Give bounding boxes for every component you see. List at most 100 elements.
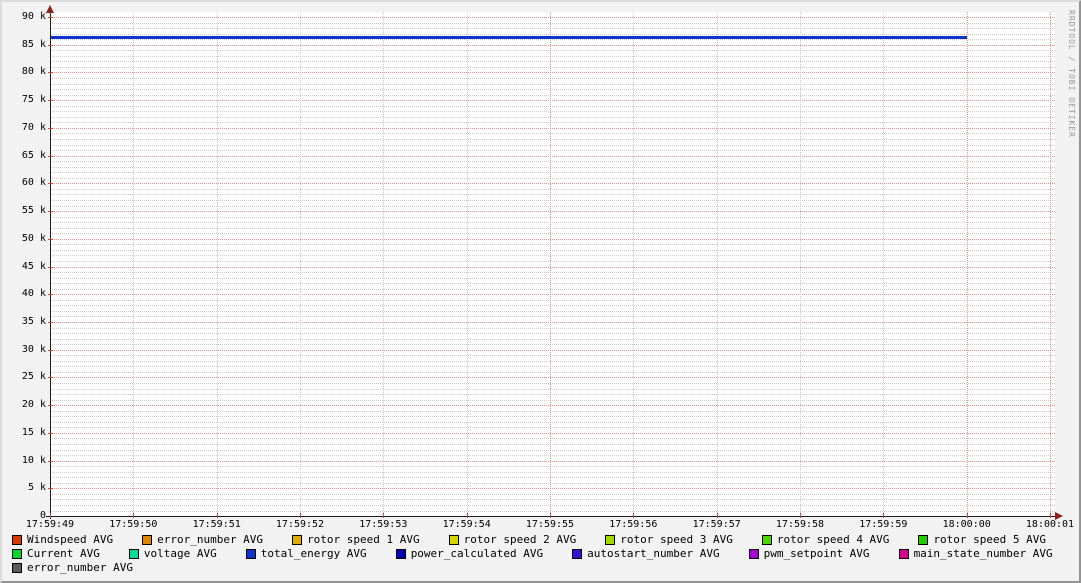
y-axis-label: 35 k xyxy=(21,315,46,327)
legend-item: power_calculated AVG xyxy=(395,547,543,561)
x-axis-tick xyxy=(300,513,301,518)
y-axis-tick xyxy=(48,17,53,18)
x-axis-tick xyxy=(716,513,718,518)
legend-label: rotor speed 5 AVG xyxy=(933,533,1047,546)
y-axis-label: 15 k xyxy=(21,426,46,438)
y-axis-tick xyxy=(48,100,53,102)
legend-swatch xyxy=(245,549,256,559)
x-axis-label: 17:59:53 xyxy=(359,519,408,530)
x-axis-tick xyxy=(1050,513,1051,518)
y-axis-tick xyxy=(48,377,53,379)
y-axis-tick xyxy=(48,321,53,323)
x-axis-tick xyxy=(633,513,635,518)
y-axis-tick xyxy=(48,238,53,240)
legend-label: Windspeed AVG xyxy=(27,533,114,546)
legend-label: pwm_setpoint AVG xyxy=(763,547,870,560)
y-axis-tick xyxy=(48,127,53,129)
legend-label: error_number AVG xyxy=(27,561,133,574)
legend-item: rotor speed 1 AVG xyxy=(292,533,420,547)
legend-item: pwm_setpoint AVG xyxy=(748,547,870,561)
legend-swatch xyxy=(748,549,759,559)
y-axis-label: 20 k xyxy=(21,399,46,411)
legend-item: Windspeed AVG xyxy=(12,533,113,547)
rrd-graph: 05 k 10 k 15 k 20 k 25 k 30 k 35 k 40 k 45 k 50 k… xyxy=(0,0,1081,583)
y-axis-tick xyxy=(48,460,53,462)
legend-label: rotor speed 2 AVG xyxy=(463,533,577,546)
x-axis-label: 17:59:58 xyxy=(775,519,825,530)
legend-item: rotor speed 2 AVG xyxy=(448,533,577,547)
legend-label: total_energy AVG xyxy=(260,547,367,560)
x-axis-tick xyxy=(883,513,885,518)
y-axis-label: 65 k xyxy=(21,149,46,161)
watermark: RRDTOOL / TOBI OETIKER xyxy=(1067,10,1076,138)
legend-swatch xyxy=(128,549,139,559)
legend-item: total_energy AVG xyxy=(245,547,367,561)
legend-item: rotor speed 4 AVG xyxy=(761,533,889,547)
x-axis-label: 18:00:00 xyxy=(942,519,991,530)
legend-item: error_number AVG xyxy=(12,561,133,575)
x-axis-label: 17:59:52 xyxy=(275,519,325,530)
legend-label: error_number AVG xyxy=(157,533,264,546)
x-axis-tick xyxy=(550,513,551,518)
x-axis-label: 17:59:54 xyxy=(442,519,491,530)
y-axis-tick xyxy=(48,183,53,185)
legend-swatch xyxy=(605,535,616,545)
x-axis-label: 17:59:50 xyxy=(109,519,158,530)
legend-item: voltage AVG xyxy=(128,547,217,561)
x-axis-label: 17:59:56 xyxy=(609,519,658,530)
y-axis-tick xyxy=(48,72,53,74)
legend-swatch xyxy=(918,535,929,545)
y-axis-label: 10 k xyxy=(21,454,46,466)
legend-swatch xyxy=(12,563,22,573)
legend-swatch xyxy=(761,535,772,545)
legend-label: rotor speed 1 AVG xyxy=(307,533,420,546)
y-axis-tick xyxy=(48,432,53,434)
legend-swatch xyxy=(12,535,22,545)
y-axis-tick xyxy=(48,405,53,407)
legend-swatch xyxy=(142,535,153,545)
y-axis-tick xyxy=(48,266,53,268)
y-axis-label: 25 k xyxy=(21,371,46,383)
x-axis-label: 17:59:55 xyxy=(525,519,575,530)
y-axis-tick xyxy=(48,294,53,296)
x-axis-tick xyxy=(50,513,51,518)
legend-item: Current AVG xyxy=(12,547,100,561)
legend-label: autostart_number AVG xyxy=(587,547,720,560)
y-axis-label: 55 k xyxy=(21,205,46,217)
legend-row: error_number AVG xyxy=(12,561,1075,575)
legend-swatch xyxy=(448,535,459,545)
legend-label: Current AVG xyxy=(27,547,100,560)
y-axis-label: 70 k xyxy=(21,121,46,133)
x-axis-tick xyxy=(133,513,135,518)
x-axis-tick xyxy=(966,513,968,518)
legend-swatch xyxy=(292,535,303,545)
legend-row: Current AVG voltage AVG total_energy AVG po… xyxy=(12,547,1075,561)
x-axis-label: 18:00:01 xyxy=(1025,519,1075,530)
legend-label: voltage AVG xyxy=(143,547,217,560)
y-axis-tick xyxy=(48,349,53,351)
legend-item: error_number AVG xyxy=(142,533,263,547)
y-axis-label: 80 k xyxy=(21,66,46,78)
legend-item: rotor speed 3 AVG xyxy=(605,533,733,547)
legend-label: main_state_number AVG xyxy=(913,547,1053,560)
legend-swatch xyxy=(12,549,22,559)
x-axis-label: 17:59:49 xyxy=(25,519,75,530)
y-axis-tick xyxy=(48,488,53,490)
legend-label: rotor speed 3 AVG xyxy=(620,533,733,546)
y-axis-label: 85 k xyxy=(21,38,46,50)
legend: Windspeed AVG error_number AVG rotor speed… xyxy=(12,533,1075,575)
y-axis-label: 40 k xyxy=(21,288,46,300)
y-axis-label: 5 k xyxy=(27,482,46,494)
legend-swatch xyxy=(898,549,909,559)
y-axis-label: 75 k xyxy=(21,94,46,106)
legend-swatch xyxy=(395,549,406,559)
plot-area xyxy=(50,12,1055,516)
y-axis-line xyxy=(50,10,51,519)
x-axis-tick xyxy=(466,513,468,518)
y-axis-arrow-icon xyxy=(46,5,54,13)
x-axis-label: 17:59:57 xyxy=(692,519,741,530)
x-axis-label: 17:59:59 xyxy=(859,519,908,530)
y-axis-tick xyxy=(48,44,53,46)
y-axis-label: 30 k xyxy=(21,343,46,355)
x-axis-label: 17:59:51 xyxy=(192,519,241,530)
